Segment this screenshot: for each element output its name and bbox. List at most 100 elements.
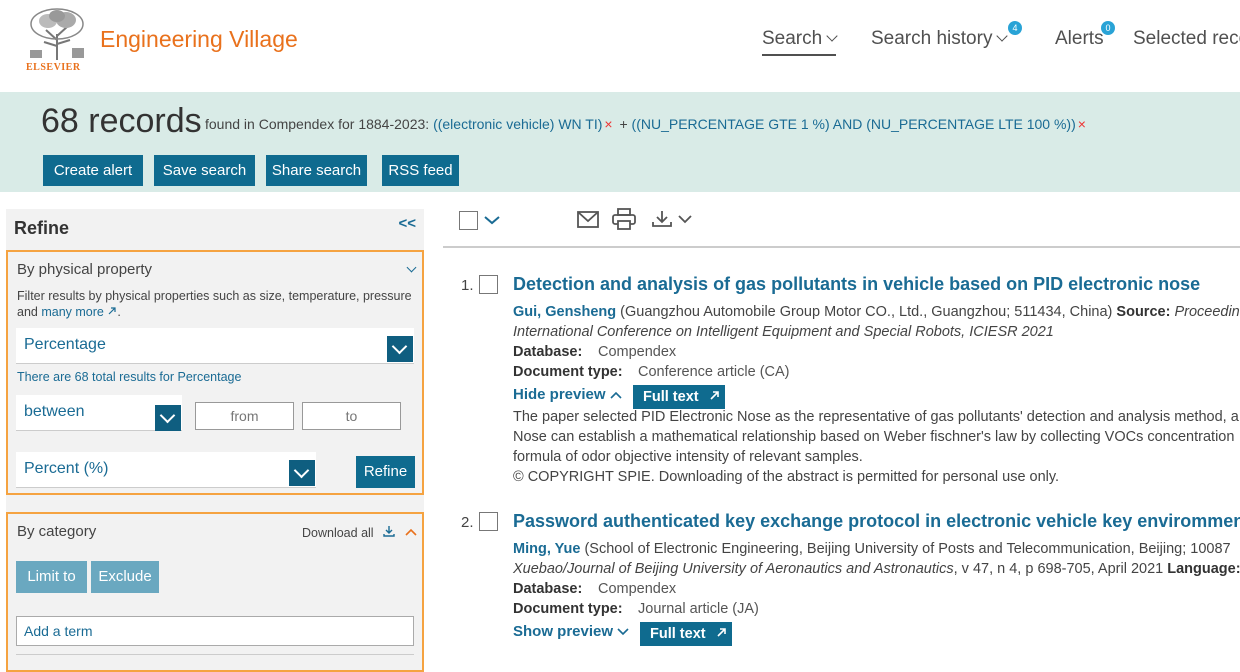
to-input[interactable]: to [302,402,401,430]
database-label: Database: [513,581,583,597]
nav-selected-records-label: Selected reco [1133,28,1240,49]
doctype-value: Journal article (JA) [638,601,759,617]
author-link[interactable]: Gui, Gensheng [513,304,616,320]
email-icon[interactable] [577,211,599,229]
chevron-down-icon[interactable] [289,460,315,486]
remove-query-1-icon[interactable]: × [604,116,612,132]
result-title[interactable]: Detection and analysis of gas pollutants… [513,274,1200,295]
refine-button[interactable]: Refine [356,456,415,488]
publisher-name: ELSEVIER [26,62,81,73]
source-text: Proceedin [1174,304,1240,320]
author-link[interactable]: Ming, Yue [513,541,580,557]
share-search-button[interactable]: Share search [266,155,367,186]
chevron-down-icon[interactable] [155,405,181,431]
physical-property-help: Filter results by physical properties su… [17,289,412,319]
select-all-checkbox[interactable] [459,211,478,230]
limit-to-button[interactable]: Limit to [16,561,87,593]
result-checkbox[interactable] [479,275,498,294]
results-toolbar [443,200,1240,248]
language-label: Language: [1167,561,1240,577]
chevron-down-icon [617,628,629,636]
search-query-summary: found in Compendex for 1884-2023: ((elec… [205,116,1089,132]
range-select-value: between [24,403,85,420]
many-more-link[interactable]: many more [41,305,104,319]
nav-alerts-label: Alerts [1055,28,1104,49]
unit-select-value: Percent (%) [24,460,109,477]
from-input[interactable]: from [195,402,294,430]
database-value: Compendex [598,581,677,597]
source-details: , v 47, n 4, p 698-705, April 2021 [953,561,1164,577]
results-banner: 68 records found in Compendex for 1884-2… [0,92,1240,192]
add-term-input[interactable]: Add a term [16,616,414,646]
chevron-down-icon [996,30,1009,42]
chevron-down-icon[interactable] [484,215,500,225]
chevron-up-icon [610,391,622,399]
full-text-label: Full text [643,389,699,405]
search-history-badge: 4 [1008,21,1022,35]
divider [16,654,414,655]
nav-search[interactable]: Search [762,28,838,56]
result-title[interactable]: Password authenticated key exchange prot… [513,511,1240,532]
abstract-line: formula of odor objective intensity of r… [513,449,863,465]
download-icon[interactable] [652,210,672,228]
database-label: Database: [513,344,583,360]
save-search-button[interactable]: Save search [154,155,255,186]
author-affiliation: (Guangzhou Automobile Group Motor CO., L… [620,304,1113,320]
abstract-line: The paper selected PID Electronic Nose a… [513,409,1239,425]
nav-alerts[interactable]: Alerts [1055,28,1104,50]
result-checkbox[interactable] [479,512,498,531]
abstract-line: Nose can establish a mathematical relati… [513,429,1235,445]
show-preview-link[interactable]: Show preview [513,623,629,640]
print-icon[interactable] [612,208,636,230]
property-select[interactable]: Percentage [16,328,414,364]
rss-feed-button[interactable]: RSS feed [382,155,459,186]
source-label: Source: [1116,304,1171,320]
download-all-label: Download all [302,526,374,540]
collapse-refine-button[interactable]: << [398,215,416,232]
chevron-down-icon[interactable] [678,215,692,224]
chevron-down-icon[interactable] [387,336,413,362]
category-section: By category Download all Limit to Exclud… [6,512,424,672]
query-term-1[interactable]: ((electronic vehicle) WN TI) [433,116,602,132]
unit-select[interactable]: Percent (%) [16,452,316,488]
category-heading: By category [17,523,97,540]
physical-property-help-text: Filter results by physical properties su… [17,289,412,303]
result-number: 2. [461,514,474,531]
query-term-2[interactable]: ((NU_PERCENTAGE GTE 1 %) AND (NU_PERCENT… [632,116,1076,132]
nav-selected-records[interactable]: Selected reco [1133,28,1240,50]
chevron-down-icon[interactable] [406,262,417,273]
top-header: ELSEVIER Engineering Village Search Sear… [0,0,1240,79]
refine-panel: Refine << By physical property Filter re… [6,209,424,672]
nav-search-history[interactable]: Search history [871,28,1009,50]
result-number: 1. [461,277,474,294]
hide-preview-link[interactable]: Hide preview [513,386,622,403]
chevron-up-icon[interactable] [404,527,417,537]
nav-search-history-label: Search history [871,28,993,49]
physical-property-heading: By physical property [17,261,153,278]
full-text-button[interactable]: Full text [640,622,732,646]
range-select[interactable]: between [16,395,182,431]
show-preview-label: Show preview [513,623,614,640]
create-alert-button[interactable]: Create alert [43,155,143,186]
record-count: 68 records [41,102,202,140]
refine-title: Refine [14,218,70,238]
elsevier-tree-icon [28,8,86,60]
exclude-button[interactable]: Exclude [91,561,159,593]
doctype-label: Document type: [513,601,623,617]
download-all-link[interactable]: Download all [302,525,417,541]
brand-name[interactable]: Engineering Village [100,26,298,53]
author-affiliation: (School of Electronic Engineering, Beiji… [584,541,1231,557]
doctype-label: Document type: [513,364,623,380]
remove-query-2-icon[interactable]: × [1078,116,1086,132]
copyright-line: © COPYRIGHT SPIE. Downloading of the abs… [513,469,1060,485]
property-select-value: Percentage [24,336,106,353]
full-text-button[interactable]: Full text [633,385,725,409]
physical-property-section: By physical property Filter results by p… [6,250,424,495]
elsevier-logo[interactable]: ELSEVIER [24,6,90,74]
external-link-icon [108,307,116,315]
source-line: International Conference on Intelligent … [513,324,1054,340]
physical-property-help-and: and [17,305,38,319]
total-results-text: There are 68 total results for Percentag… [17,370,242,384]
nav-search-label: Search [762,28,823,49]
external-link-icon [717,628,726,637]
